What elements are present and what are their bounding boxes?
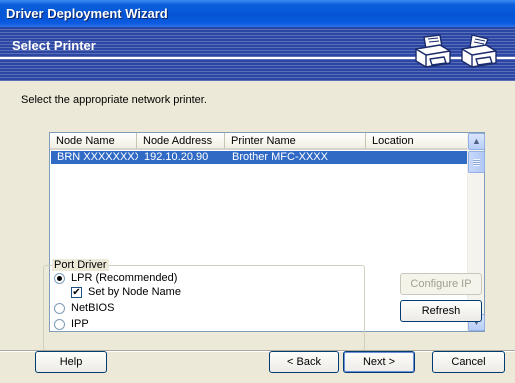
refresh-button[interactable]: Refresh (400, 300, 482, 322)
wizard-content: Select the appropriate network printer. … (0, 81, 515, 383)
port-driver-group: Port Driver LPR (Recommended) ✔ Set by N… (43, 259, 365, 351)
configure-ip-button[interactable]: Configure IP (400, 273, 482, 295)
printer-icon (415, 34, 451, 68)
column-location[interactable]: Location (366, 133, 468, 150)
back-button[interactable]: < Back (269, 351, 339, 373)
scroll-thumb[interactable] (468, 151, 485, 173)
next-button[interactable]: Next > (343, 351, 415, 373)
printer-list-header: Node Name Node Address Printer Name Loca… (50, 133, 468, 150)
driver-deployment-wizard-window: Driver Deployment Wizard Select Printer (0, 0, 515, 383)
cancel-button[interactable]: Cancel (432, 351, 505, 373)
grip-icon (473, 159, 480, 166)
title-bar[interactable]: Driver Deployment Wizard (0, 0, 515, 27)
column-node-address[interactable]: Node Address (137, 133, 225, 150)
radio-lpr[interactable]: LPR (Recommended) (54, 272, 177, 284)
printer-row[interactable]: BRN XXXXXXXXX 192.10.20.90 Brother MFC-X… (51, 151, 467, 164)
window-title: Driver Deployment Wizard (6, 6, 168, 21)
page-title: Select Printer (12, 38, 96, 53)
port-driver-label: Port Driver (52, 259, 109, 271)
radio-ipp[interactable]: IPP (54, 318, 89, 330)
radio-ipp-label: IPP (71, 318, 89, 330)
set-by-node-name-checkbox[interactable]: ✔ Set by Node Name (71, 286, 181, 298)
help-button[interactable]: Help (35, 351, 107, 373)
column-node-name[interactable]: Node Name (50, 133, 137, 150)
radio-netbios-label: NetBIOS (71, 302, 115, 314)
radio-button[interactable] (54, 272, 65, 284)
cell-node-name: BRN XXXXXXXXX (57, 151, 138, 163)
radio-button[interactable] (54, 318, 65, 330)
scroll-up-button[interactable]: ▲ (468, 133, 485, 150)
radio-netbios[interactable]: NetBIOS (54, 302, 114, 314)
set-by-node-name-label: Set by Node Name (88, 286, 181, 298)
instruction-text: Select the appropriate network printer. (21, 94, 207, 106)
printer-icon (461, 34, 497, 68)
header-banner: Select Printer (0, 27, 515, 81)
cell-node-address: 192.10.20.90 (144, 151, 209, 163)
radio-button[interactable] (54, 302, 65, 314)
cell-location (367, 151, 467, 164)
column-printer-name[interactable]: Printer Name (225, 133, 366, 150)
cell-printer-name: Brother MFC-XXXX (232, 151, 328, 163)
radio-lpr-label: LPR (Recommended) (71, 272, 178, 284)
checkbox[interactable]: ✔ (71, 286, 82, 298)
